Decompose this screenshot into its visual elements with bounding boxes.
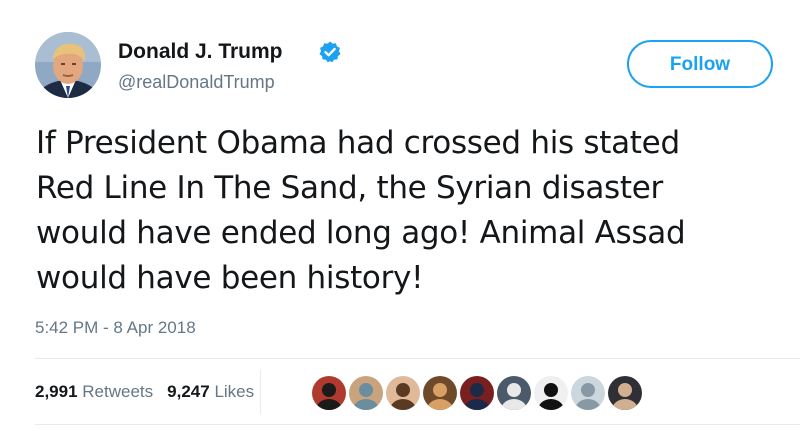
verified-badge-icon bbox=[319, 41, 341, 63]
divider bbox=[35, 358, 800, 359]
retweets-count: 2,991 bbox=[35, 382, 78, 401]
tweet-text-line: would have ended long ago! Animal Assad bbox=[36, 215, 686, 251]
retweets-stat[interactable]: 2,991 Retweets bbox=[35, 382, 153, 401]
tweet-text-line: would have been history! bbox=[36, 260, 424, 296]
likes-label: Likes bbox=[214, 382, 255, 401]
retweets-label: Retweets bbox=[82, 382, 154, 401]
tweet-text: If President Obama had crossed his state… bbox=[36, 121, 776, 301]
liker-avatar-4[interactable] bbox=[423, 376, 457, 410]
tweet-card: Donald J. Trump @realDonaldTrump Follow … bbox=[0, 0, 800, 431]
tweet-stats: 2,991 Retweets 9,247 Likes bbox=[35, 382, 268, 402]
author-avatar[interactable] bbox=[35, 32, 101, 98]
divider bbox=[35, 424, 800, 425]
tweet-timestamp[interactable]: 5:42 PM - 8 Apr 2018 bbox=[35, 318, 196, 338]
likes-count: 9,247 bbox=[167, 382, 210, 401]
liker-avatar-9[interactable] bbox=[608, 376, 642, 410]
likers-facepile bbox=[312, 376, 645, 412]
liker-avatar-1[interactable] bbox=[312, 376, 346, 410]
liker-avatar-8[interactable] bbox=[571, 376, 605, 410]
author-handle[interactable]: @realDonaldTrump bbox=[118, 72, 275, 93]
likes-stat[interactable]: 9,247 Likes bbox=[167, 382, 254, 401]
tweet-text-line: If President Obama had crossed his state… bbox=[36, 125, 680, 161]
tweet-text-line: Red Line In The Sand, the Syrian disaste… bbox=[36, 170, 663, 206]
follow-button[interactable]: Follow bbox=[627, 40, 773, 88]
liker-avatar-2[interactable] bbox=[349, 376, 383, 410]
author-display-name[interactable]: Donald J. Trump bbox=[118, 40, 283, 64]
liker-avatar-6[interactable] bbox=[497, 376, 531, 410]
liker-avatar-5[interactable] bbox=[460, 376, 494, 410]
profile-photo-icon bbox=[35, 32, 101, 98]
stats-separator bbox=[260, 370, 261, 414]
liker-avatar-7[interactable] bbox=[534, 376, 568, 410]
liker-avatar-3[interactable] bbox=[386, 376, 420, 410]
